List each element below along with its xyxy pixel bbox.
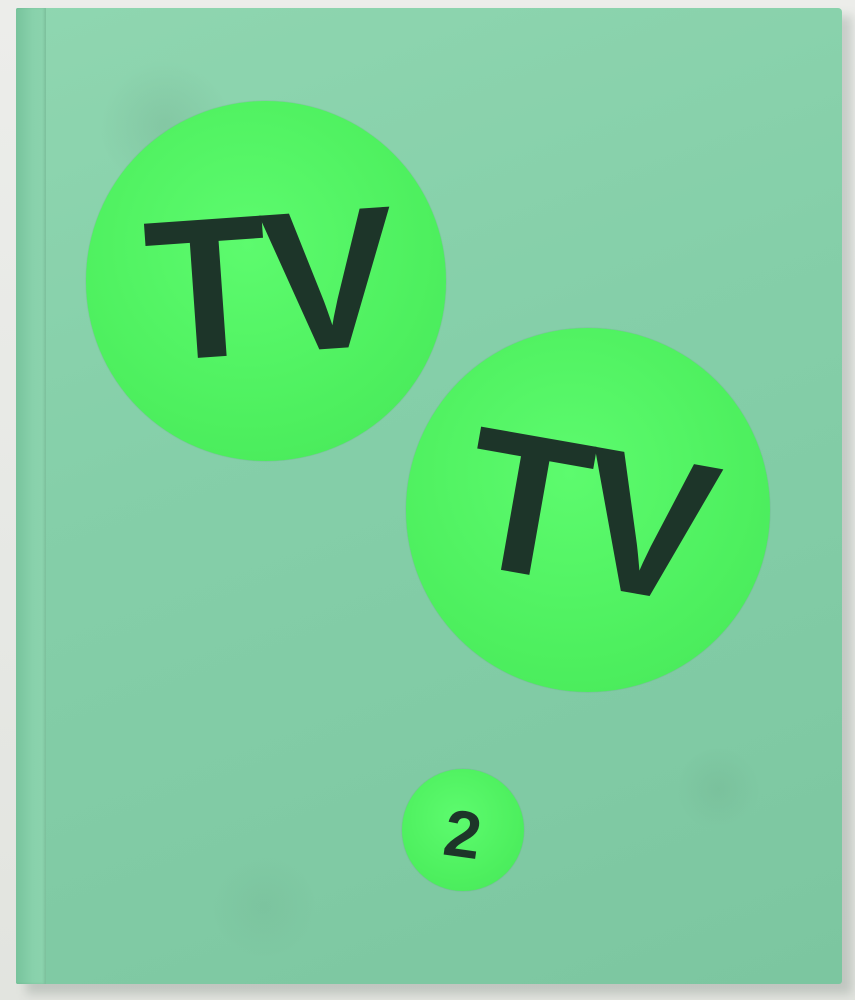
- tv-sticker-top-text: TV: [138, 164, 398, 405]
- number-sticker: 2: [402, 769, 524, 891]
- tv-sticker-top: TV: [86, 101, 446, 461]
- tv-sticker-middle: TV: [406, 328, 770, 692]
- number-sticker-text: 2: [439, 794, 486, 874]
- book-cover: TV TV 2: [16, 8, 842, 984]
- tv-sticker-middle-text: TV: [447, 384, 727, 647]
